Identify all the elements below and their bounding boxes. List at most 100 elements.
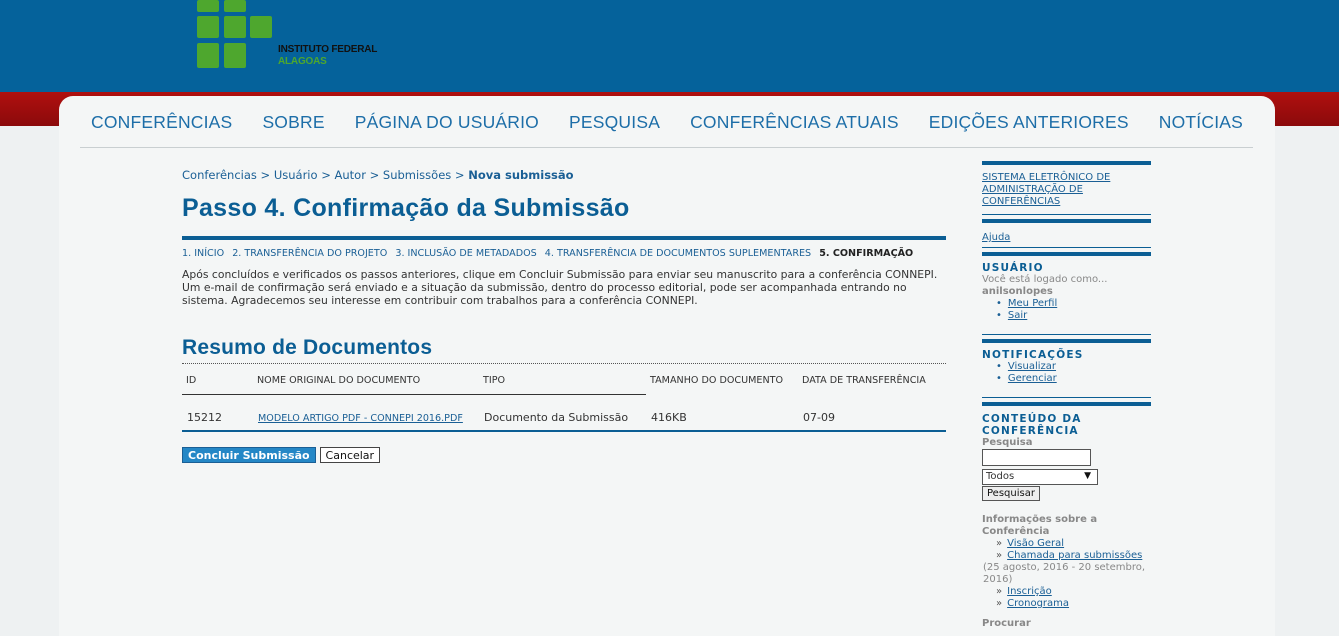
header-rule-row bbox=[182, 394, 946, 406]
nav-sobre[interactable]: SOBRE bbox=[262, 112, 324, 133]
logo-square bbox=[197, 43, 219, 68]
col-size: TAMANHO DO DOCUMENTO bbox=[650, 375, 784, 387]
sidebar-rule bbox=[982, 219, 1151, 223]
content-block: CONTEÚDO DA CONFERÊNCIA Pesquisa Todos ▼… bbox=[982, 413, 1151, 629]
username: anilsonlopes bbox=[982, 286, 1053, 297]
main-nav: CONFERÊNCIAS SOBRE PÁGINA DO USUÁRIO PES… bbox=[59, 96, 1275, 148]
list-item: Gerenciar bbox=[996, 373, 1151, 385]
step-4[interactable]: 4. TRANSFERÊNCIA DE DOCUMENTOS SUPLEMENT… bbox=[545, 248, 811, 259]
nav-conferencias[interactable]: CONFERÊNCIAS bbox=[91, 112, 232, 133]
sidebar: SISTEMA ELETRÔNICO DE ADMINISTRAÇÃO DE C… bbox=[982, 161, 1151, 629]
breadcrumb-usuario[interactable]: Usuário bbox=[274, 168, 318, 182]
submission-steps: 1. INÍCIO 2. TRANSFERÊNCIA DO PROJETO 3.… bbox=[182, 248, 946, 259]
main-content: Conferências > Usuário > Autor > Submiss… bbox=[182, 168, 946, 463]
intro-text: Após concluídos e verificados os passos … bbox=[182, 268, 938, 307]
step-2[interactable]: 2. TRANSFERÊNCIA DO PROJETO bbox=[232, 248, 387, 259]
registration-link[interactable]: Inscrição bbox=[1007, 586, 1052, 597]
notification-links: Visualizar Gerenciar bbox=[996, 361, 1151, 385]
schedule-link[interactable]: Cronograma bbox=[1007, 598, 1069, 609]
nav-conferencias-atuais[interactable]: CONFERÊNCIAS ATUAIS bbox=[690, 112, 899, 133]
nav-noticias[interactable]: NOTÍCIAS bbox=[1159, 112, 1243, 133]
submit-button[interactable]: Concluir Submissão bbox=[182, 447, 316, 463]
sidebar-rule bbox=[982, 339, 1151, 343]
nav-pagina-usuario[interactable]: PÁGINA DO USUÁRIO bbox=[355, 112, 539, 133]
cancel-button[interactable]: Cancelar bbox=[319, 447, 381, 463]
manage-notifications-link[interactable]: Gerenciar bbox=[1008, 373, 1057, 384]
table-bottom-rule bbox=[182, 430, 946, 432]
list-item: Visão Geral bbox=[996, 538, 1151, 550]
list-item: Meu Perfil bbox=[996, 298, 1151, 310]
select-value: Todos bbox=[986, 471, 1015, 482]
user-links: Meu Perfil Sair bbox=[996, 298, 1151, 322]
breadcrumb-separator: > bbox=[260, 168, 271, 182]
doc-date: 07-09 bbox=[803, 411, 835, 424]
col-date: DATA DE TRANSFERÊNCIA bbox=[802, 375, 926, 387]
col-type: TIPO bbox=[483, 375, 506, 386]
content-title: CONTEÚDO DA CONFERÊNCIA bbox=[982, 413, 1082, 437]
logo-square bbox=[197, 16, 219, 38]
browse-title: Procurar bbox=[982, 618, 1031, 629]
logo-line-2: ALAGOAS bbox=[278, 56, 327, 67]
logo-line-1: INSTITUTO FEDERAL bbox=[278, 44, 378, 55]
logo-square bbox=[197, 0, 219, 12]
breadcrumb-autor[interactable]: Autor bbox=[335, 168, 366, 182]
search-label: Pesquisa bbox=[982, 437, 1033, 448]
search-button-row: Pesquisar bbox=[982, 486, 1151, 501]
logo-square bbox=[224, 43, 246, 68]
list-item: Inscrição bbox=[996, 586, 1151, 598]
list-item: Chamada para submissões bbox=[996, 550, 1151, 562]
my-profile-link[interactable]: Meu Perfil bbox=[1008, 298, 1057, 309]
nav-pesquisa[interactable]: PESQUISA bbox=[569, 112, 660, 133]
table-header-row: ID NOME ORIGINAL DO DOCUMENTO TIPO TAMAN… bbox=[182, 364, 946, 395]
view-notifications-link[interactable]: Visualizar bbox=[1008, 361, 1056, 372]
sidebar-rule bbox=[982, 247, 1151, 248]
help-link[interactable]: Ajuda bbox=[982, 232, 1010, 243]
logo-wordmark: INSTITUTO FEDERAL ALAGOAS bbox=[278, 44, 377, 68]
list-item: Visualizar bbox=[996, 361, 1151, 373]
breadcrumb-separator: > bbox=[369, 168, 380, 182]
form-buttons: Concluir Submissão Cancelar bbox=[182, 444, 946, 463]
search-scope-select[interactable]: Todos ▼ bbox=[982, 469, 1098, 485]
list-item: Cronograma bbox=[996, 598, 1151, 610]
breadcrumb-current[interactable]: Nova submissão bbox=[468, 168, 573, 182]
title-rule bbox=[182, 236, 946, 240]
breadcrumb-conferencias[interactable]: Conferências bbox=[182, 168, 257, 182]
list-item: Sair bbox=[996, 310, 1151, 322]
info-title: Informações sobre a Conferência bbox=[982, 514, 1098, 537]
call-dates: (25 agosto, 2016 - 20 setembro, 2016) bbox=[983, 562, 1151, 586]
logo-square bbox=[224, 0, 246, 12]
nav-edicoes-anteriores[interactable]: EDIÇÕES ANTERIORES bbox=[929, 112, 1129, 133]
call-dates-text: (25 agosto, 2016 - 20 setembro, 2016) bbox=[983, 562, 1146, 585]
sidebar-rule bbox=[982, 397, 1151, 398]
breadcrumb-separator: > bbox=[321, 168, 331, 182]
institution-logo[interactable]: INSTITUTO FEDERAL ALAGOAS bbox=[197, 0, 397, 72]
search-input[interactable] bbox=[982, 449, 1091, 466]
sidebar-rule bbox=[982, 334, 1151, 335]
search-button[interactable]: Pesquisar bbox=[982, 486, 1040, 501]
logged-as-text: Você está logado como... bbox=[982, 274, 1108, 285]
call-for-papers-link[interactable]: Chamada para submissões bbox=[1007, 550, 1142, 561]
breadcrumb-submissoes[interactable]: Submissões bbox=[383, 168, 451, 182]
summary-title: Resumo de Documentos bbox=[182, 336, 433, 359]
sidebar-rule bbox=[982, 402, 1151, 406]
step-3[interactable]: 3. INCLUSÃO DE METADADOS bbox=[395, 248, 536, 259]
info-links: Visão Geral Chamada para submissões (25 … bbox=[983, 538, 1151, 610]
col-id: ID bbox=[186, 375, 197, 386]
doc-name-link[interactable]: MODELO ARTIGO PDF - CONNEPI 2016.PDF bbox=[258, 413, 463, 424]
page-container: CONFERÊNCIAS SOBRE PÁGINA DO USUÁRIO PES… bbox=[59, 96, 1275, 636]
chevron-down-icon: ▼ bbox=[1084, 471, 1091, 481]
step-5-current: 5. CONFIRMAÇÃO bbox=[819, 248, 914, 259]
system-link[interactable]: SISTEMA ELETRÔNICO DE ADMINISTRAÇÃO DE C… bbox=[982, 172, 1110, 207]
nav-divider bbox=[80, 147, 1253, 148]
doc-id: 15212 bbox=[187, 411, 222, 424]
logout-link[interactable]: Sair bbox=[1008, 310, 1027, 321]
notifications-title: NOTIFICAÇÕES bbox=[982, 349, 1084, 361]
logo-square bbox=[224, 16, 246, 38]
overview-link[interactable]: Visão Geral bbox=[1007, 538, 1064, 549]
sidebar-rule bbox=[982, 252, 1151, 256]
step-1[interactable]: 1. INÍCIO bbox=[182, 248, 224, 259]
breadcrumb-separator: > bbox=[454, 168, 465, 182]
sidebar-rule bbox=[982, 214, 1151, 215]
table-row: 15212 MODELO ARTIGO PDF - CONNEPI 2016.P… bbox=[182, 406, 946, 430]
header-rule bbox=[182, 394, 646, 406]
